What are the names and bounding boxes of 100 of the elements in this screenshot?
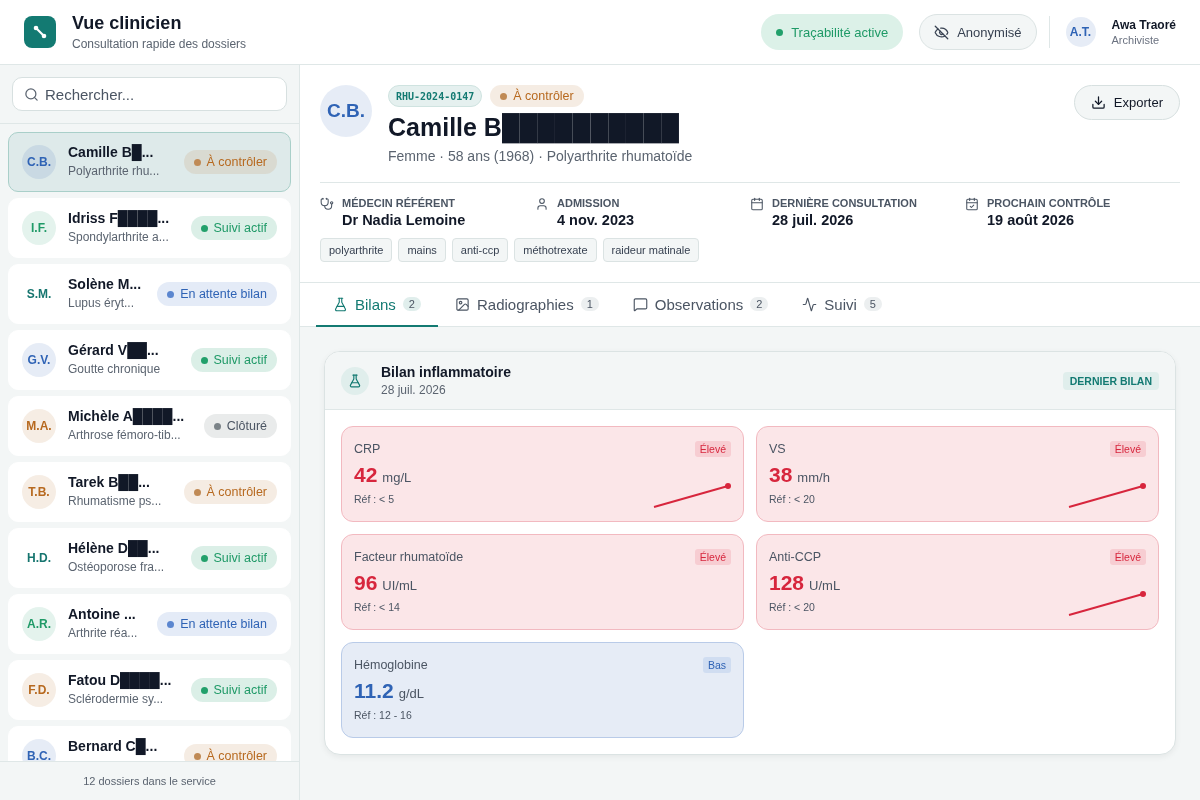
patient-condition: Spondylarthrite a... [68,230,170,244]
status-badge: Suivi actif [190,546,277,570]
patient-avatar: C.B. [320,85,372,137]
patient-name: Gérard V██... [68,342,160,358]
patient-name: Camille B█... [68,144,155,160]
user-avatar: A.T. [1065,17,1096,47]
patient-list-item[interactable]: G.V. Gérard V██... Goutte chronique Suivi actif [8,330,291,390]
status-badge: Clôturé [203,414,277,438]
result-name: Facteur rhumatoïde [354,550,464,564]
status-badge: Suivi actif [190,678,277,702]
eye-off-icon [934,24,950,40]
result-name: Hémoglobine [354,658,428,672]
patient-list-item[interactable]: F.D. Fatou D████... Sclérodermie sy... Suivi actif [8,660,291,720]
tab[interactable]: Radiographies 1 [438,283,616,327]
record-id: RHU-2024-0147 [388,85,483,107]
status-badge: À contrôler [183,744,277,761]
patient-condition: Polyarthrite rhu... [68,164,161,178]
search-icon [24,87,39,102]
patient-condition: Arthrose fémoro-tib... [68,428,182,442]
result-value: 128 [769,571,805,595]
patient-name: Tarek B██... [68,474,151,490]
result-value: 11.2 [354,679,394,703]
flask-icon [333,296,348,312]
patient-avatar: G.V. [22,343,56,377]
patient-avatar: A.R. [22,607,56,641]
result-name: CRP [354,442,381,456]
result-unit: UI/mL [382,578,418,593]
patient-condition: Lupus éryt... [68,296,136,310]
patient-avatar: T.B. [22,475,56,509]
result-flag: Élevé [694,441,731,457]
patient-name: Camille B██████████ [388,113,1058,142]
user-icon [535,197,549,211]
tab-count: 2 [750,297,769,311]
result-value: 96 [354,571,378,595]
latest-badge: DERNIER BILAN [1062,371,1159,390]
status-badge: En attente bilan [157,612,277,636]
stethoscope-icon [320,197,334,211]
export-button[interactable]: Exporter [1073,85,1180,120]
patient-name: Fatou D████... [68,672,173,688]
patient-name: Antoine ... [68,606,137,622]
result-unit: g/dL [398,686,425,701]
tab[interactable]: Suivi 5 [785,283,899,327]
patient-list-item[interactable]: T.B. Tarek B██... Rhumatisme ps... À contrôler [8,462,291,522]
patient-list-item[interactable]: H.D. Hélène D██... Ostéoporose fra... Suivi actif [8,528,291,588]
reference-range: Réf : < 20 [769,493,816,505]
patient-avatar: I.F. [22,211,56,245]
tab-count: 1 [580,297,599,311]
result-name: Anti-CCP [769,550,822,564]
search-field[interactable]: Rechercher... [12,77,287,111]
patient-summary: Femme · 58 ans (1968) · Polyarthrite rhumatoïde [388,148,694,164]
patient-list-item[interactable]: I.F. Idriss F████... Spondylarthrite a... Suivi actif [8,198,291,258]
fact-label: DERNIÈRE CONSULTATION [772,197,917,209]
tag: mains [398,238,446,262]
fact-label: ADMISSION [557,197,621,209]
record-count: 12 dossiers dans le service [83,775,216,787]
message-icon [632,296,648,312]
patient-list-item[interactable]: S.M. Solène M... Lupus éryt... En attente bilan [8,264,291,324]
status-badge: Suivi actif [190,216,277,240]
result-name: VS [769,442,786,456]
patient-name: Hélène D██... [68,540,161,556]
result-value: 38 [769,463,793,487]
patient-list-item[interactable]: B.C. Bernard C█... À contrôler [8,726,291,761]
patient-avatar: M.A. [22,409,56,443]
patient-name: Solène M... [68,276,143,292]
panel-date: 28 juil. 2026 [381,383,447,397]
result-flag: Bas [702,657,731,673]
tag: méthotrexate [514,238,597,262]
status-badge: Suivi actif [190,348,277,372]
fact-value: 28 juil. 2026 [772,212,855,228]
tab-count: 2 [402,297,421,311]
calendar-icon [750,197,764,211]
patient-avatar: B.C. [22,739,56,761]
calendar-check-icon [965,197,979,211]
image-icon [455,296,470,312]
status-dot [776,28,784,36]
patient-condition: Goutte chronique [68,362,162,376]
patient-name: Idriss F████... [68,210,171,226]
toggle-button[interactable]: Anonymisé [919,14,1037,50]
result-flag: Élevé [1109,441,1146,457]
fact-value: 19 août 2026 [987,212,1076,228]
download-icon [1090,95,1106,110]
app-logo [24,16,56,48]
patient-condition: Arthrite réa... [68,626,139,640]
user-role: Archiviste [1111,34,1161,46]
fact-value: 4 nov. 2023 [557,212,635,228]
result-flag: Élevé [1109,549,1146,565]
patient-list-item[interactable]: A.R. Antoine ... Arthrite réa... En attente bilan [8,594,291,654]
status-pill: Traçabilité active [761,14,904,50]
result-unit: U/mL [809,578,841,593]
status-badge: À contrôler [490,85,584,107]
patient-list-item[interactable]: M.A. Michèle A████... Arthrose fémoro-tib... Clôturé [8,396,291,456]
tab-count: 5 [863,297,882,311]
tab[interactable]: Observations 2 [615,283,786,327]
patient-condition: Rhumatisme ps... [68,494,163,508]
patient-avatar: C.B. [22,145,56,179]
status-badge: À contrôler [183,150,277,174]
reference-range: Réf : < 20 [769,601,816,613]
patient-name: Michèle A████... [68,408,186,424]
patient-list-item[interactable]: C.B. Camille B█... Polyarthrite rhu... À contrôler [8,132,291,192]
flask-icon [341,366,369,395]
